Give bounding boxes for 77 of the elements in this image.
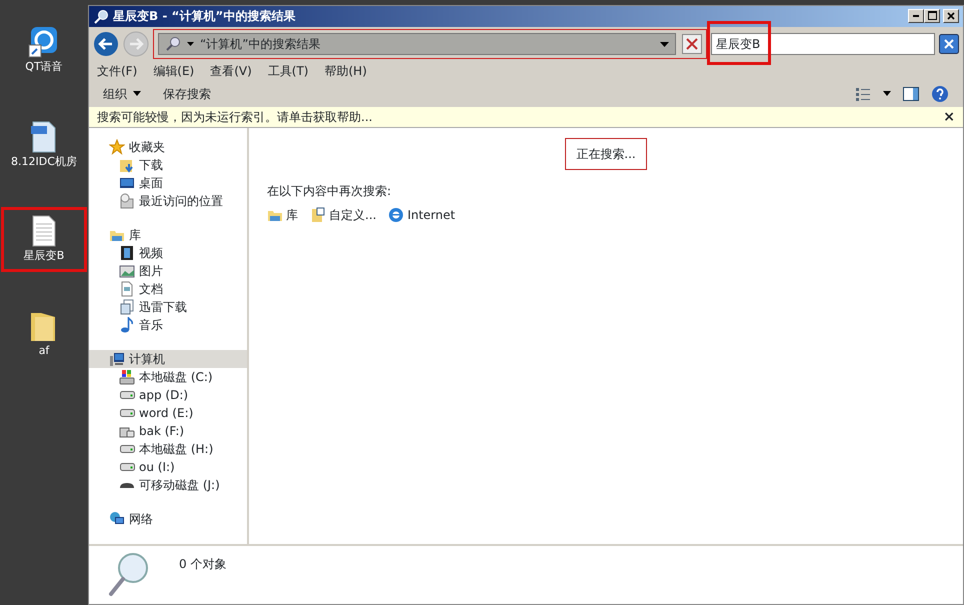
search-close-button[interactable]: [939, 34, 959, 54]
close-icon: [947, 12, 955, 20]
computer-icon: [109, 351, 125, 367]
nav-item[interactable]: 计算机: [89, 350, 247, 368]
nav-item[interactable]: app (D:): [89, 386, 247, 404]
folder-icon: [310, 207, 326, 223]
film-icon: [119, 245, 135, 261]
nav-item[interactable]: 收藏夹: [89, 138, 247, 156]
window-title: 星辰变B - “计算机”中的搜索结果: [113, 8, 296, 26]
info-bar-message[interactable]: 搜索可能较慢，因为未运行索引。请单击获取帮助...: [97, 108, 372, 126]
network-icon: [109, 511, 125, 527]
search-icon: [165, 36, 181, 52]
nav-item[interactable]: 网络: [89, 510, 247, 528]
searching-status: 正在搜索...: [565, 138, 647, 170]
document-icon: [119, 281, 135, 297]
minimize-icon: [913, 14, 919, 17]
drive-icon: [120, 409, 134, 417]
document-icon: [119, 299, 135, 315]
caret-icon: [133, 91, 141, 96]
search-location-link[interactable]: Internet: [388, 206, 456, 224]
nav-item[interactable]: 视频: [89, 244, 247, 262]
item-count: 0 个对象: [179, 556, 226, 573]
picture-icon: [119, 263, 135, 279]
recent-places-icon: [119, 193, 135, 209]
nav-item[interactable]: bak (F:): [89, 422, 247, 440]
nav-item[interactable]: 音乐: [89, 316, 247, 334]
maximize-icon: [928, 11, 936, 20]
search-again-label: 在以下内容中再次搜索:: [267, 183, 392, 200]
minimize-button[interactable]: [908, 9, 924, 24]
nav-item[interactable]: 本地磁盘 (C:): [89, 368, 247, 386]
menu-item[interactable]: 编辑(E): [153, 62, 194, 80]
address-path: “计算机”中的搜索结果: [200, 36, 320, 54]
menu-item[interactable]: 查看(V): [210, 62, 252, 80]
drive-icon: [120, 482, 134, 488]
drive-icon: [119, 369, 135, 385]
menu-item[interactable]: 工具(T): [268, 62, 308, 80]
nav-item[interactable]: 文档: [89, 280, 247, 298]
help-icon[interactable]: [931, 84, 949, 103]
monitor-icon: [119, 175, 135, 191]
nav-item[interactable]: 图片: [89, 262, 247, 280]
address-bar[interactable]: “计算机”中的搜索结果: [158, 33, 676, 56]
nav-item[interactable]: 最近访问的位置: [89, 192, 247, 210]
drive-icon: [120, 463, 134, 471]
close-button[interactable]: ×: [943, 106, 955, 128]
menu-item[interactable]: 帮助(H): [324, 62, 367, 80]
star-icon: [109, 139, 125, 155]
nav-item[interactable]: word (E:): [89, 404, 247, 422]
view-icon[interactable]: [855, 86, 871, 102]
back-button[interactable]: [93, 31, 119, 58]
nav-item[interactable]: 桌面: [89, 174, 247, 192]
search-location-link[interactable]: 自定义...: [310, 206, 376, 224]
nav-item[interactable]: 本地磁盘 (H:): [89, 440, 247, 458]
nav-item[interactable]: 可移动磁盘 (J:): [89, 476, 247, 494]
dropdown-icon[interactable]: [883, 91, 891, 96]
menu-item[interactable]: 文件(F): [97, 62, 138, 80]
search-icon: [107, 552, 149, 598]
search-icon: [93, 9, 109, 26]
search-field[interactable]: 星辰变B: [711, 33, 935, 56]
close-button[interactable]: [943, 9, 959, 24]
nav-item[interactable]: ou (I:): [89, 458, 247, 476]
dropdown-icon[interactable]: [187, 42, 194, 46]
preview-pane-icon[interactable]: [903, 86, 919, 102]
stop-button[interactable]: [682, 34, 702, 54]
nav-item[interactable]: 迅雷下载: [89, 298, 247, 316]
search-location-link[interactable]: 库: [267, 206, 298, 224]
nav-item[interactable]: 库: [89, 226, 247, 244]
drive-icon: [120, 391, 134, 399]
organize-menu[interactable]: 组织: [103, 84, 141, 103]
nav-item[interactable]: 下载: [89, 156, 247, 174]
drive-icon: [120, 445, 134, 453]
music-note-icon: [119, 317, 135, 333]
maximize-button[interactable]: [924, 9, 940, 24]
dropdown-icon[interactable]: [660, 42, 669, 47]
desktop-icon[interactable]: 星辰变B: [1, 207, 87, 272]
save-search-button[interactable]: 保存搜索: [163, 84, 211, 103]
browser-icon: [388, 207, 404, 223]
download-folder-icon: [119, 157, 135, 173]
